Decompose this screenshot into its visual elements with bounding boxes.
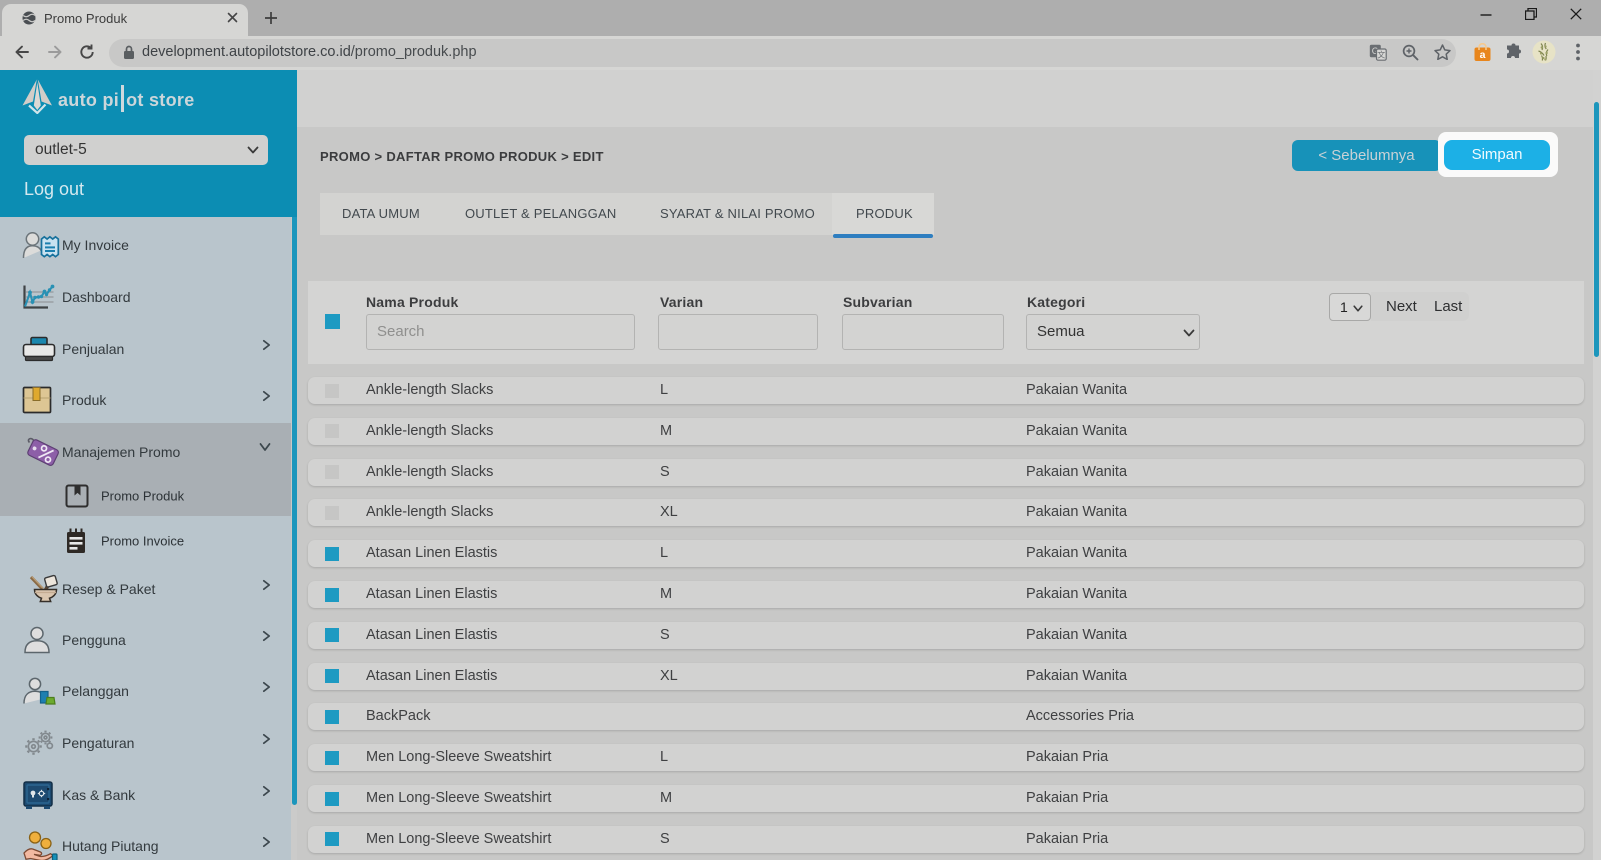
svg-text:a: a: [1480, 49, 1486, 61]
svg-text:文: 文: [1377, 50, 1385, 60]
